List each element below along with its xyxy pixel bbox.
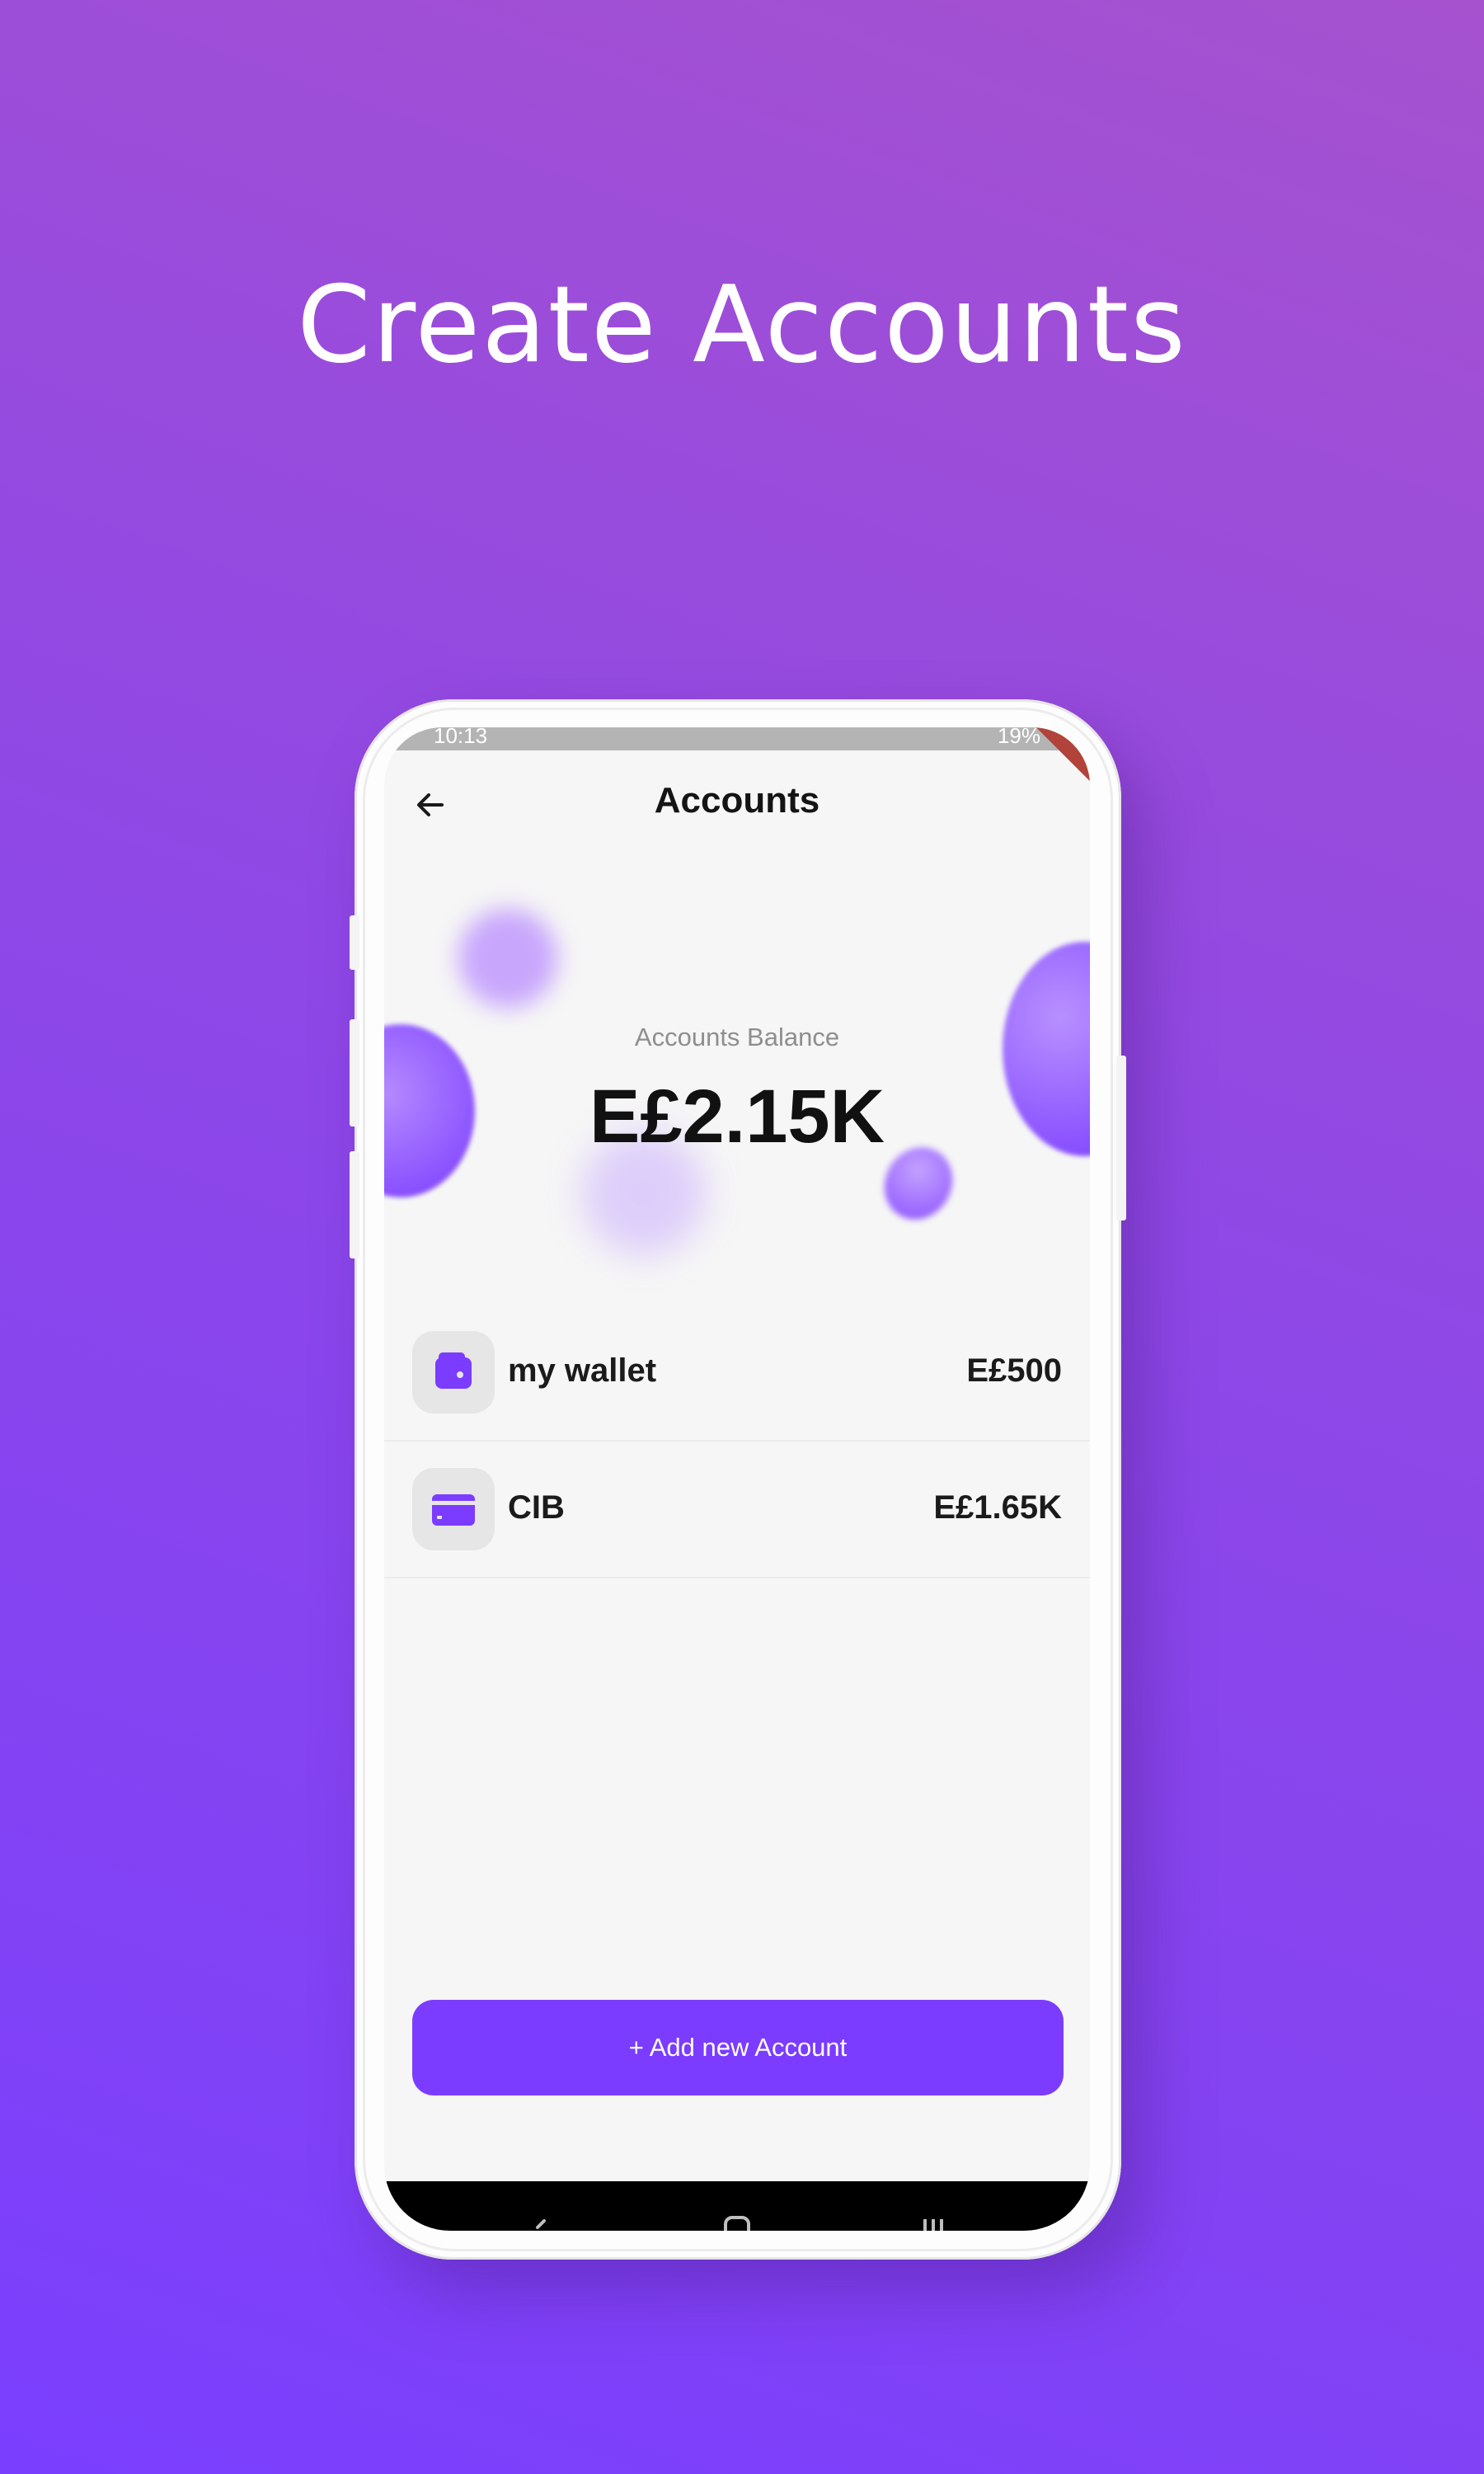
app-bar: Accounts: [384, 760, 1090, 851]
balance-label: Accounts Balance: [634, 1023, 840, 1051]
phone-side-button: [350, 1019, 359, 1126]
phone-side-button: [350, 915, 359, 970]
nav-back-button[interactable]: [516, 2181, 566, 2231]
account-amount: E£500: [966, 1352, 1062, 1389]
decor-blob: [458, 909, 557, 1008]
phone-side-button: [350, 1151, 359, 1258]
nav-back-icon: [536, 2219, 546, 2229]
balance-value: E£2.15K: [589, 1075, 885, 1159]
android-nav-bar: [384, 2181, 1090, 2231]
nav-home-icon: [724, 2216, 750, 2231]
nav-recents-icon: [923, 2219, 943, 2231]
account-name: my wallet: [508, 1352, 657, 1389]
nav-recents-button[interactable]: [909, 2181, 958, 2231]
wallet-icon: [435, 1352, 472, 1389]
account-name: CIB: [508, 1489, 565, 1526]
credit-card-icon: [432, 1494, 475, 1526]
phone-power-button: [1116, 1056, 1126, 1221]
account-icon-container: [412, 1331, 495, 1413]
account-row-cib[interactable]: CIB E£1.65K: [384, 1442, 1090, 1578]
account-row-my-wallet[interactable]: my wallet E£500: [384, 1305, 1090, 1442]
account-icon-container: [412, 1468, 495, 1550]
account-amount: E£1.65K: [933, 1489, 1062, 1526]
app-screen: 10:13 19% Accounts Accounts Balance E£2.…: [384, 727, 1090, 2231]
add-account-button[interactable]: + Add new Account: [412, 2000, 1064, 2095]
page-title: Accounts: [654, 780, 820, 821]
status-time: 10:13: [434, 727, 488, 748]
status-bar: 10:13 19%: [384, 727, 1090, 750]
nav-home-button[interactable]: [712, 2181, 762, 2231]
headline-title: Create Accounts: [297, 264, 1187, 387]
status-battery: 19%: [997, 727, 1040, 748]
